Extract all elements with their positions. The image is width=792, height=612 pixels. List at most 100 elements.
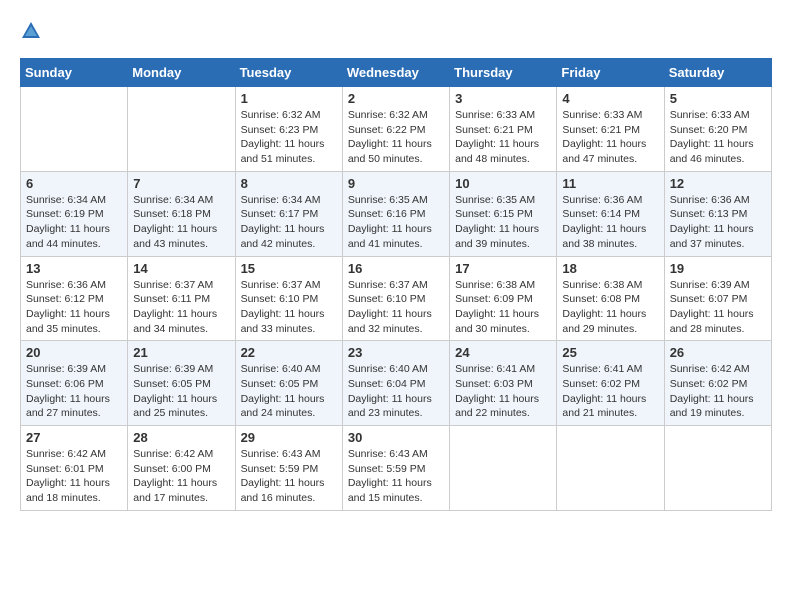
weekday-header-monday: Monday	[128, 59, 235, 87]
calendar-cell: 2 Sunrise: 6:32 AM Sunset: 6:22 PM Daylig…	[342, 87, 449, 172]
day-number: 26	[670, 345, 766, 360]
calendar-cell: 10Sunrise: 6:35 AM Sunset: 6:15 PM Dayli…	[450, 171, 557, 256]
day-info: Sunrise: 6:32 AM Sunset: 6:23 PM Dayligh…	[241, 108, 337, 167]
day-info: Sunrise: 6:34 AM Sunset: 6:18 PM Dayligh…	[133, 193, 229, 252]
day-number: 29	[241, 430, 337, 445]
day-number: 22	[241, 345, 337, 360]
calendar-cell	[450, 426, 557, 511]
logo	[20, 20, 46, 42]
day-number: 25	[562, 345, 658, 360]
day-info: Sunrise: 6:40 AM Sunset: 6:05 PM Dayligh…	[241, 362, 337, 421]
day-number: 13	[26, 261, 122, 276]
calendar-cell: 7 Sunrise: 6:34 AM Sunset: 6:18 PM Daylig…	[128, 171, 235, 256]
day-number: 23	[348, 345, 444, 360]
day-info: Sunrise: 6:42 AM Sunset: 6:01 PM Dayligh…	[26, 447, 122, 506]
day-info: Sunrise: 6:38 AM Sunset: 6:08 PM Dayligh…	[562, 278, 658, 337]
week-row-1: 1 Sunrise: 6:32 AM Sunset: 6:23 PM Daylig…	[21, 87, 772, 172]
day-info: Sunrise: 6:33 AM Sunset: 6:21 PM Dayligh…	[562, 108, 658, 167]
calendar-cell: 24 Sunrise: 6:41 AM Sunset: 6:03 PM Dayli…	[450, 341, 557, 426]
calendar-cell: 20 Sunrise: 6:39 AM Sunset: 6:06 PM Dayli…	[21, 341, 128, 426]
day-number: 7	[133, 176, 229, 191]
logo-icon	[20, 20, 42, 42]
day-number: 12	[670, 176, 766, 191]
day-number: 17	[455, 261, 551, 276]
week-row-2: 6 Sunrise: 6:34 AM Sunset: 6:19 PM Daylig…	[21, 171, 772, 256]
calendar-cell: 4 Sunrise: 6:33 AM Sunset: 6:21 PM Daylig…	[557, 87, 664, 172]
day-number: 30	[348, 430, 444, 445]
calendar-cell: 29 Sunrise: 6:43 AM Sunset: 5:59 PM Dayli…	[235, 426, 342, 511]
day-number: 21	[133, 345, 229, 360]
day-number: 1	[241, 91, 337, 106]
day-number: 3	[455, 91, 551, 106]
day-number: 16	[348, 261, 444, 276]
week-row-5: 27 Sunrise: 6:42 AM Sunset: 6:01 PM Dayli…	[21, 426, 772, 511]
calendar-cell	[664, 426, 771, 511]
day-number: 18	[562, 261, 658, 276]
day-info: Sunrise: 6:40 AM Sunset: 6:04 PM Dayligh…	[348, 362, 444, 421]
day-number: 2	[348, 91, 444, 106]
calendar-table: SundayMondayTuesdayWednesdayThursdayFrid…	[20, 58, 772, 511]
calendar-cell: 21 Sunrise: 6:39 AM Sunset: 6:05 PM Dayli…	[128, 341, 235, 426]
calendar-cell: 27 Sunrise: 6:42 AM Sunset: 6:01 PM Dayli…	[21, 426, 128, 511]
calendar-cell: 6 Sunrise: 6:34 AM Sunset: 6:19 PM Daylig…	[21, 171, 128, 256]
weekday-header-thursday: Thursday	[450, 59, 557, 87]
weekday-header-tuesday: Tuesday	[235, 59, 342, 87]
day-number: 4	[562, 91, 658, 106]
day-number: 9	[348, 176, 444, 191]
header	[20, 20, 772, 42]
day-number: 6	[26, 176, 122, 191]
calendar-cell: 11Sunrise: 6:36 AM Sunset: 6:14 PM Dayli…	[557, 171, 664, 256]
calendar-cell: 26 Sunrise: 6:42 AM Sunset: 6:02 PM Dayli…	[664, 341, 771, 426]
day-number: 15	[241, 261, 337, 276]
day-info: Sunrise: 6:34 AM Sunset: 6:19 PM Dayligh…	[26, 193, 122, 252]
weekday-header-row: SundayMondayTuesdayWednesdayThursdayFrid…	[21, 59, 772, 87]
day-info: Sunrise: 6:39 AM Sunset: 6:06 PM Dayligh…	[26, 362, 122, 421]
calendar-cell: 25 Sunrise: 6:41 AM Sunset: 6:02 PM Dayli…	[557, 341, 664, 426]
day-info: Sunrise: 6:42 AM Sunset: 6:02 PM Dayligh…	[670, 362, 766, 421]
calendar-cell: 3 Sunrise: 6:33 AM Sunset: 6:21 PM Daylig…	[450, 87, 557, 172]
day-info: Sunrise: 6:38 AM Sunset: 6:09 PM Dayligh…	[455, 278, 551, 337]
day-number: 19	[670, 261, 766, 276]
day-info: Sunrise: 6:36 AM Sunset: 6:12 PM Dayligh…	[26, 278, 122, 337]
calendar-cell: 1 Sunrise: 6:32 AM Sunset: 6:23 PM Daylig…	[235, 87, 342, 172]
calendar-cell: 12 Sunrise: 6:36 AM Sunset: 6:13 PM Dayli…	[664, 171, 771, 256]
calendar-cell: 23 Sunrise: 6:40 AM Sunset: 6:04 PM Dayli…	[342, 341, 449, 426]
day-info: Sunrise: 6:33 AM Sunset: 6:21 PM Dayligh…	[455, 108, 551, 167]
weekday-header-saturday: Saturday	[664, 59, 771, 87]
calendar-cell: 17 Sunrise: 6:38 AM Sunset: 6:09 PM Dayli…	[450, 256, 557, 341]
day-number: 28	[133, 430, 229, 445]
day-info: Sunrise: 6:41 AM Sunset: 6:03 PM Dayligh…	[455, 362, 551, 421]
day-info: Sunrise: 6:43 AM Sunset: 5:59 PM Dayligh…	[348, 447, 444, 506]
calendar-cell: 9Sunrise: 6:35 AM Sunset: 6:16 PM Daylig…	[342, 171, 449, 256]
day-info: Sunrise: 6:36 AM Sunset: 6:14 PM Dayligh…	[562, 193, 658, 252]
calendar-cell	[128, 87, 235, 172]
day-info: Sunrise: 6:32 AM Sunset: 6:22 PM Dayligh…	[348, 108, 444, 167]
calendar-cell	[557, 426, 664, 511]
calendar-cell: 16Sunrise: 6:37 AM Sunset: 6:10 PM Dayli…	[342, 256, 449, 341]
day-info: Sunrise: 6:39 AM Sunset: 6:05 PM Dayligh…	[133, 362, 229, 421]
day-number: 20	[26, 345, 122, 360]
day-number: 14	[133, 261, 229, 276]
calendar-cell: 8Sunrise: 6:34 AM Sunset: 6:17 PM Daylig…	[235, 171, 342, 256]
day-info: Sunrise: 6:36 AM Sunset: 6:13 PM Dayligh…	[670, 193, 766, 252]
calendar-cell: 13 Sunrise: 6:36 AM Sunset: 6:12 PM Dayli…	[21, 256, 128, 341]
day-info: Sunrise: 6:42 AM Sunset: 6:00 PM Dayligh…	[133, 447, 229, 506]
day-number: 8	[241, 176, 337, 191]
calendar-cell: 28 Sunrise: 6:42 AM Sunset: 6:00 PM Dayli…	[128, 426, 235, 511]
day-info: Sunrise: 6:43 AM Sunset: 5:59 PM Dayligh…	[241, 447, 337, 506]
week-row-4: 20 Sunrise: 6:39 AM Sunset: 6:06 PM Dayli…	[21, 341, 772, 426]
day-info: Sunrise: 6:41 AM Sunset: 6:02 PM Dayligh…	[562, 362, 658, 421]
weekday-header-sunday: Sunday	[21, 59, 128, 87]
week-row-3: 13 Sunrise: 6:36 AM Sunset: 6:12 PM Dayli…	[21, 256, 772, 341]
calendar-cell: 30 Sunrise: 6:43 AM Sunset: 5:59 PM Dayli…	[342, 426, 449, 511]
calendar-cell: 18 Sunrise: 6:38 AM Sunset: 6:08 PM Dayli…	[557, 256, 664, 341]
day-number: 24	[455, 345, 551, 360]
day-number: 27	[26, 430, 122, 445]
day-number: 10	[455, 176, 551, 191]
day-info: Sunrise: 6:33 AM Sunset: 6:20 PM Dayligh…	[670, 108, 766, 167]
calendar-cell: 5Sunrise: 6:33 AM Sunset: 6:20 PM Daylig…	[664, 87, 771, 172]
weekday-header-wednesday: Wednesday	[342, 59, 449, 87]
calendar-cell: 14Sunrise: 6:37 AM Sunset: 6:11 PM Dayli…	[128, 256, 235, 341]
weekday-header-friday: Friday	[557, 59, 664, 87]
calendar-cell: 19Sunrise: 6:39 AM Sunset: 6:07 PM Dayli…	[664, 256, 771, 341]
